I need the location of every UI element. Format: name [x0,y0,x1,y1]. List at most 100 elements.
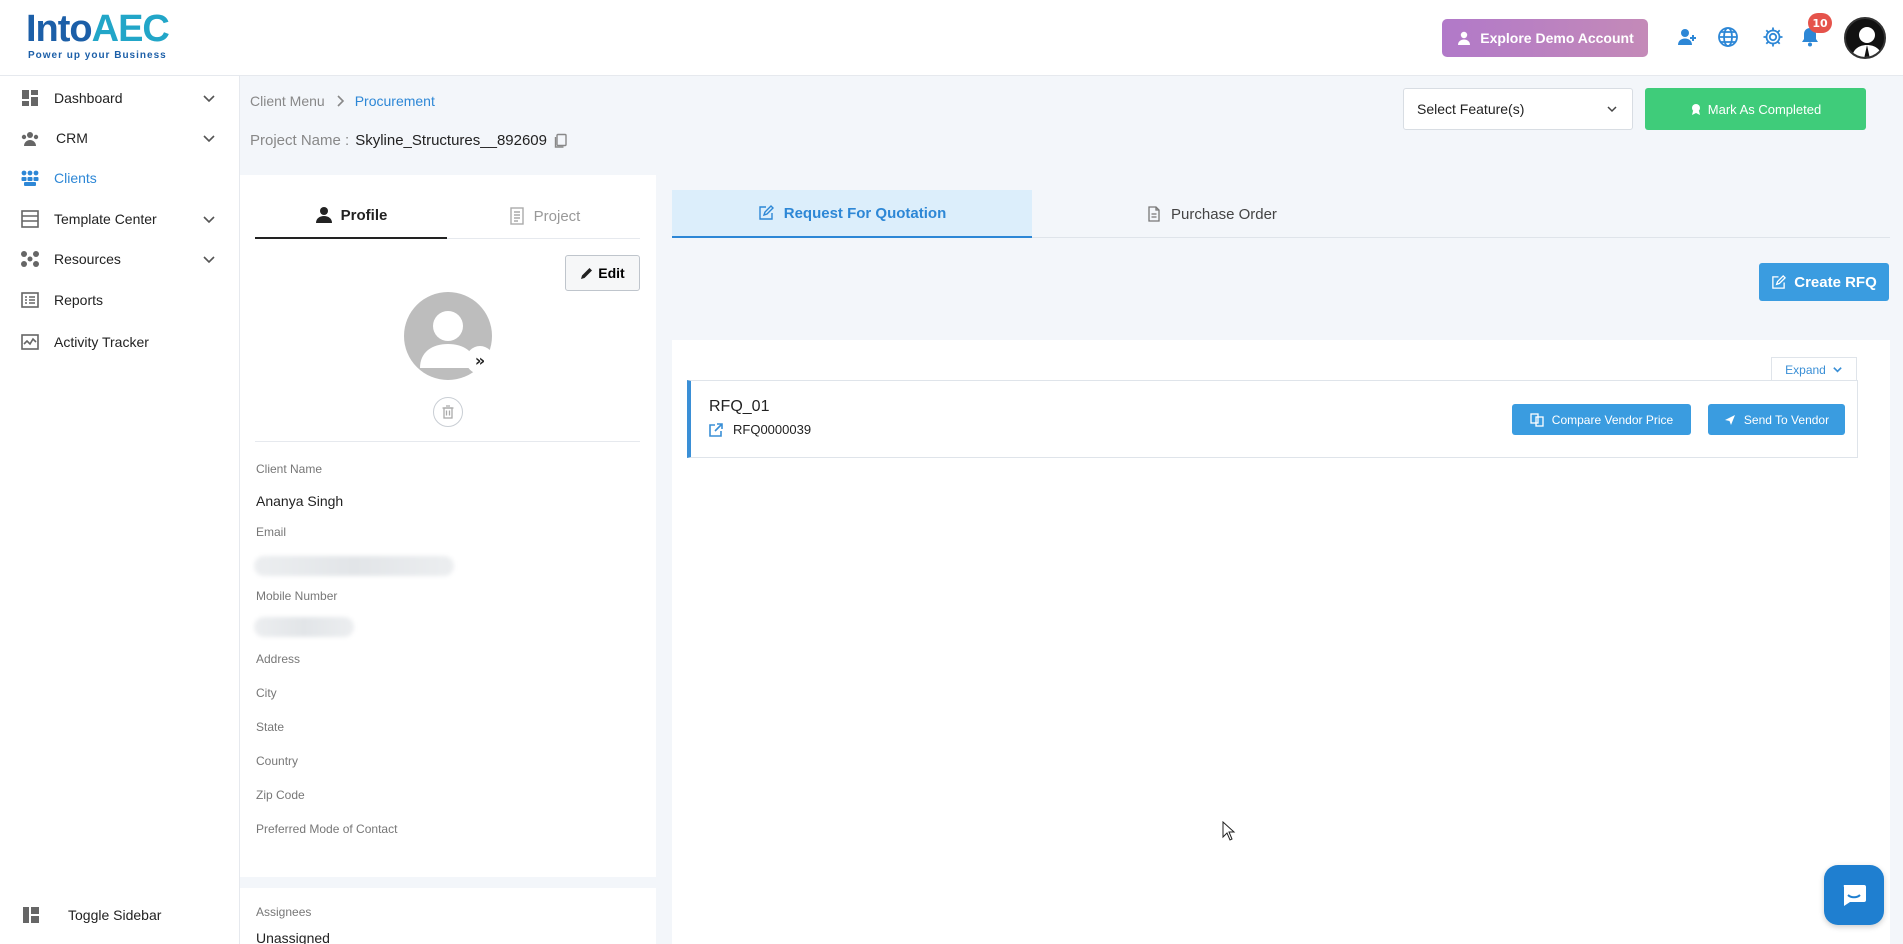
breadcrumb-client-menu[interactable]: Client Menu [250,93,325,109]
tab-request-for-quotation[interactable]: Request For Quotation [672,190,1032,238]
logo-main-text: Into [26,8,93,50]
client-name-value: Ananya Singh [256,493,344,509]
gear-icon[interactable] [1760,24,1786,50]
sidebar-item-clients[interactable]: Clients [0,158,240,198]
sidebar-item-activity-tracker[interactable]: Activity Tracker [0,322,240,362]
expand-label: Expand [1785,362,1826,377]
profile-tabs: Profile Project [255,193,640,239]
select-feature-value: Select Feature(s) [1417,101,1525,117]
city-label: City [256,686,277,700]
tab-rfq-label: Request For Quotation [783,204,947,222]
address-label: Address [256,652,301,666]
assignees-card: Assignees Unassigned [240,888,656,944]
activity-icon [20,332,40,352]
divider [255,441,640,442]
edit-doc-icon [759,205,774,220]
toggle-sidebar-label: Toggle Sidebar [68,907,162,923]
mark-as-completed-label: Mark As Completed [1707,101,1822,117]
copy-icon[interactable] [553,133,569,149]
project-name-label: Project Name : [250,132,350,149]
email-label: Email [256,525,287,539]
sidebar-item-label: Activity Tracker [54,334,149,350]
document-icon [1148,206,1160,222]
chevron-right-icon [337,95,344,107]
mouse-cursor-icon [1222,821,1236,841]
external-link-icon[interactable] [709,422,723,437]
tab-purchase-order[interactable]: Purchase Order [1032,190,1392,238]
select-feature-dropdown[interactable]: Select Feature(s) [1403,88,1633,130]
user-icon [1458,31,1471,45]
notification-badge: 10 [1808,13,1832,33]
preferred-contact-label: Preferred Mode of Contact [256,822,398,836]
procurement-tabs: Request For Quotation Purchase Order [672,190,1890,238]
add-user-icon[interactable] [1674,24,1700,50]
check-badge-icon [1691,104,1700,115]
trash-icon[interactable] [433,397,463,427]
user-avatar[interactable] [1844,17,1886,59]
sidebar-item-dashboard[interactable]: Dashboard [0,78,240,118]
sidebar-item-reports[interactable]: Reports [0,280,240,320]
compare-vendor-price-button[interactable]: Compare Vendor Price [1512,404,1691,435]
app-logo[interactable]: IntoAEC Power up your Business [26,8,186,64]
reports-icon [20,290,40,310]
sidebar-item-label: CRM [56,130,88,146]
project-doc-icon [509,207,524,225]
chat-widget-button[interactable] [1824,865,1884,925]
chevron-down-icon [203,216,215,224]
edit-doc-icon [1772,274,1787,289]
sidebar-item-label: Reports [54,292,104,308]
logo-text: IntoAEC [26,8,170,51]
email-value-redacted [254,556,454,576]
profile-card: Profile Project Edit » Client Name Anany… [240,175,656,877]
rfq-code-value: RFQ0000039 [733,422,812,437]
mark-as-completed-button[interactable]: Mark As Completed [1645,88,1866,130]
mobile-number-label: Mobile Number [256,589,338,603]
edit-profile-button[interactable]: Edit [565,255,640,291]
dashboard-icon [20,88,40,108]
breadcrumb-procurement[interactable]: Procurement [355,93,435,109]
tab-project[interactable]: Project [448,193,640,239]
toggle-sidebar-icon [23,907,39,923]
send-to-vendor-label: Send To Vendor [1743,412,1830,427]
project-name-value: Skyline_Structures__892609 [355,132,547,149]
explore-demo-label: Explore Demo Account [1480,30,1634,46]
chevron-down-icon [1607,106,1617,113]
expand-button[interactable]: Expand [1771,357,1857,382]
sidebar-item-label: Dashboard [54,90,123,106]
explore-demo-button[interactable]: Explore Demo Account [1442,19,1648,57]
sidebar-item-label: Clients [54,170,97,186]
rfq-item: RFQ_01 RFQ0000039 Compare Vendor Price S… [687,380,1858,458]
pencil-icon [581,267,593,279]
send-to-vendor-button[interactable]: Send To Vendor [1708,404,1845,435]
breadcrumb: Client Menu Procurement [250,93,435,109]
double-chevron-right-icon[interactable]: » [466,346,494,374]
rfq-code: RFQ0000039 [709,422,811,437]
create-rfq-label: Create RFQ [1794,273,1877,291]
sidebar-item-label: Resources [54,251,121,267]
chevron-down-icon [203,135,215,143]
assignees-value: Unassigned [256,930,330,944]
project-name: Project Name : Skyline_Structures__89260… [250,132,569,149]
rfq-title: RFQ_01 [709,398,770,415]
tab-project-label: Project [533,207,581,225]
globe-icon[interactable] [1715,24,1741,50]
zip-code-label: Zip Code [256,788,305,802]
edit-label: Edit [598,265,625,281]
tab-profile[interactable]: Profile [255,193,447,239]
tab-po-label: Purchase Order [1171,205,1277,223]
toggle-sidebar-button[interactable]: Toggle Sidebar [0,898,240,932]
mobile-value-redacted [254,617,354,637]
sidebar-item-crm[interactable]: CRM [0,118,240,158]
top-bar: IntoAEC Power up your Business Explore D… [0,0,1903,76]
create-rfq-button[interactable]: Create RFQ [1759,263,1889,301]
clients-icon [20,168,40,188]
sidebar-item-template-center[interactable]: Template Center [0,199,240,239]
sidebar-item-label: Template Center [54,211,157,227]
person-icon [315,207,332,223]
sidebar-item-resources[interactable]: Resources [0,239,240,279]
compare-vendor-price-label: Compare Vendor Price [1551,412,1674,427]
crm-icon [20,128,40,148]
assignees-label: Assignees [256,905,312,919]
send-icon [1724,414,1735,425]
sidebar: Dashboard CRM Clients Template Center Re… [0,76,240,944]
